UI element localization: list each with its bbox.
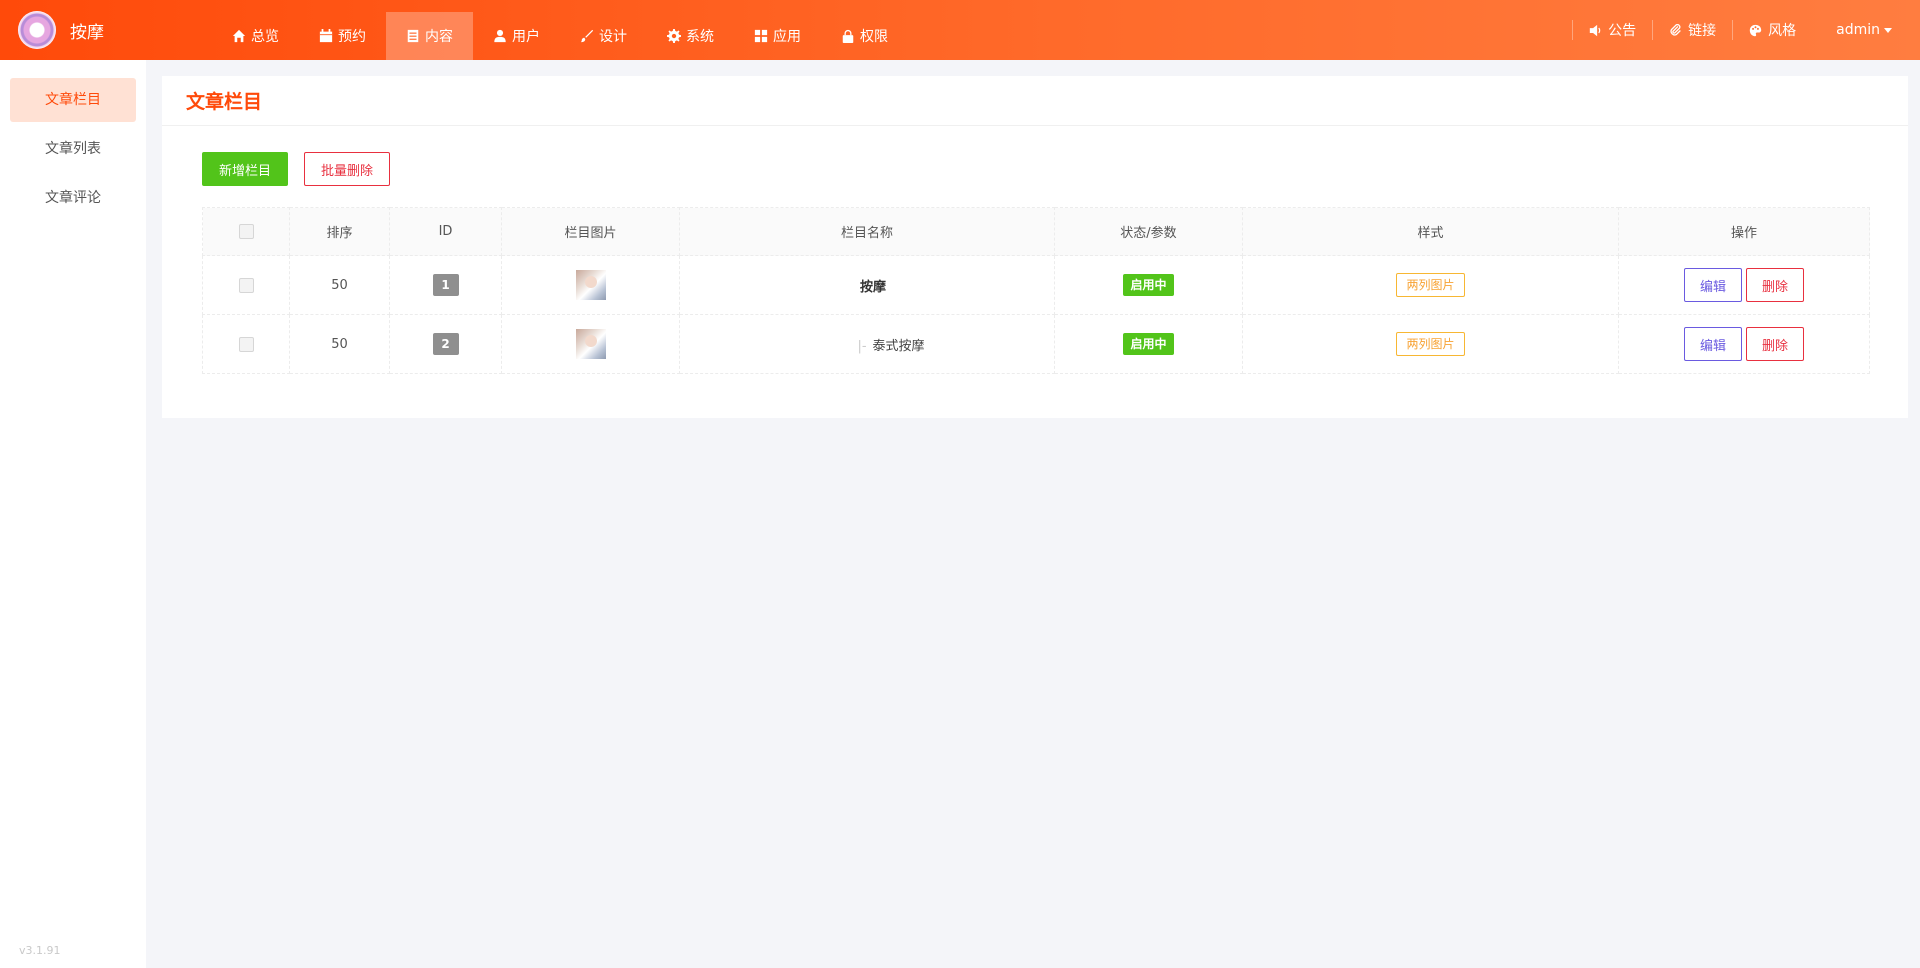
status-cell: 启用中	[1054, 255, 1243, 315]
brand[interactable]: 按摩	[18, 11, 104, 49]
page-title: 文章栏目	[186, 91, 263, 113]
nav-label: 权限	[860, 29, 888, 45]
category-name: 泰式按摩	[872, 338, 925, 354]
id-cell: 2	[389, 314, 502, 374]
column-header-sort: 排序	[289, 207, 390, 256]
toolbar: 新增栏目 批量删除	[202, 152, 391, 186]
row-select-cell	[202, 314, 290, 374]
status-badge: 启用中	[1123, 333, 1174, 355]
nav-label: 设计	[599, 29, 627, 45]
theme-link[interactable]: 风格	[1732, 20, 1812, 40]
user-menu[interactable]: admin	[1812, 22, 1892, 38]
delete-button[interactable]: 删除	[1746, 268, 1805, 302]
id-badge: 2	[432, 333, 459, 355]
paperclip-icon	[1670, 23, 1681, 36]
add-category-button[interactable]: 新增栏目	[202, 152, 289, 186]
edit-button[interactable]: 编辑	[1683, 268, 1742, 302]
links-label: 链接	[1688, 23, 1717, 39]
style-badge: 两列图片	[1396, 273, 1465, 297]
column-header-status: 状态/参数	[1054, 207, 1243, 256]
links-link[interactable]: 链接	[1652, 20, 1732, 40]
notice-link[interactable]: 公告	[1572, 20, 1652, 40]
sidebar-item-article-comments[interactable]: 文章评论	[10, 176, 136, 220]
category-thumbnail	[575, 329, 606, 359]
table-row: 50 2 |- 泰式按摩 启用中 两列图片 编辑 删除	[202, 314, 1870, 374]
user-name: admin	[1836, 22, 1880, 38]
nav-label: 用户	[512, 29, 540, 45]
grid-icon	[754, 29, 768, 43]
status-badge: 启用中	[1123, 274, 1174, 296]
nav-label: 预约	[338, 29, 366, 45]
main-nav: 总览 预约 内容 用户 设计 系统 应用 权限	[212, 12, 908, 60]
select-all-checkbox[interactable]	[238, 224, 254, 239]
table-header-row: 排序 ID 栏目图片 栏目名称 状态/参数 样式 操作	[202, 207, 1870, 256]
gear-icon	[667, 29, 681, 43]
nav-item-users[interactable]: 用户	[473, 12, 560, 60]
lock-icon	[842, 29, 854, 43]
brush-icon	[580, 29, 594, 43]
column-header-id: ID	[389, 207, 502, 256]
card-header: 文章栏目	[162, 76, 1908, 126]
nav-item-permissions[interactable]: 权限	[821, 12, 908, 60]
speaker-icon	[1589, 24, 1601, 36]
select-all-cell	[202, 207, 290, 256]
nav-item-overview[interactable]: 总览	[212, 12, 299, 60]
nav-item-apps[interactable]: 应用	[734, 12, 821, 60]
row-checkbox[interactable]	[238, 336, 254, 352]
chevron-down-icon	[1884, 27, 1892, 33]
sort-cell: 50	[289, 255, 390, 315]
category-thumbnail	[575, 270, 606, 300]
table-row: 50 1 按摩 启用中 两列图片 编辑 删除	[202, 255, 1870, 315]
column-header-style: 样式	[1242, 207, 1619, 256]
column-header-image: 栏目图片	[501, 207, 680, 256]
nav-item-booking[interactable]: 预约	[299, 12, 386, 60]
category-table: 排序 ID 栏目图片 栏目名称 状态/参数 样式 操作 50 1 按摩 启用中 …	[202, 207, 1870, 374]
actions-cell: 编辑 删除	[1618, 255, 1870, 315]
name-cell: |- 泰式按摩	[679, 314, 1055, 374]
actions-cell: 编辑 删除	[1618, 314, 1870, 374]
user-icon	[494, 29, 506, 43]
id-badge: 1	[432, 274, 459, 296]
version-label: v3.1.91	[19, 944, 61, 957]
nav-item-content[interactable]: 内容	[386, 12, 473, 60]
column-header-actions: 操作	[1618, 207, 1870, 256]
nav-label: 内容	[425, 29, 453, 45]
tree-branch-marker: |-	[857, 338, 867, 354]
notice-label: 公告	[1608, 23, 1637, 39]
nav-label: 总览	[251, 29, 279, 45]
row-select-cell	[202, 255, 290, 315]
nav-label: 系统	[686, 29, 714, 45]
sidebar-item-article-categories[interactable]: 文章栏目	[10, 78, 136, 122]
image-cell	[501, 314, 680, 374]
calendar-icon	[319, 29, 333, 43]
batch-delete-button[interactable]: 批量删除	[304, 152, 391, 186]
logo-icon	[18, 11, 56, 49]
edit-button[interactable]: 编辑	[1683, 327, 1742, 361]
top-header: 按摩 总览 预约 内容 用户 设计 系统 应用 权限 公告 链接 风格 admi…	[0, 0, 1920, 60]
delete-button[interactable]: 删除	[1746, 327, 1805, 361]
image-cell	[501, 255, 680, 315]
column-header-name: 栏目名称	[679, 207, 1055, 256]
name-cell: 按摩	[679, 255, 1055, 315]
nav-label: 应用	[773, 29, 801, 45]
theme-label: 风格	[1768, 23, 1797, 39]
home-icon	[232, 29, 246, 43]
sort-cell: 50	[289, 314, 390, 374]
palette-icon	[1749, 24, 1762, 36]
row-checkbox[interactable]	[238, 277, 254, 293]
style-badge: 两列图片	[1396, 332, 1465, 356]
sidebar-item-article-list[interactable]: 文章列表	[10, 127, 136, 171]
nav-item-system[interactable]: 系统	[647, 12, 734, 60]
content-card: 文章栏目 新增栏目 批量删除 排序 ID 栏目图片 栏目名称 状态/参数 样式 …	[162, 76, 1908, 418]
right-nav: 公告 链接 风格 admin	[1572, 0, 1892, 60]
sidebar: 文章栏目 文章列表 文章评论 v3.1.91	[0, 60, 146, 968]
status-cell: 启用中	[1054, 314, 1243, 374]
id-cell: 1	[389, 255, 502, 315]
style-cell: 两列图片	[1242, 314, 1619, 374]
category-name: 按摩	[859, 279, 886, 295]
style-cell: 两列图片	[1242, 255, 1619, 315]
document-icon	[407, 29, 419, 43]
nav-item-design[interactable]: 设计	[560, 12, 647, 60]
brand-name: 按摩	[70, 22, 104, 43]
